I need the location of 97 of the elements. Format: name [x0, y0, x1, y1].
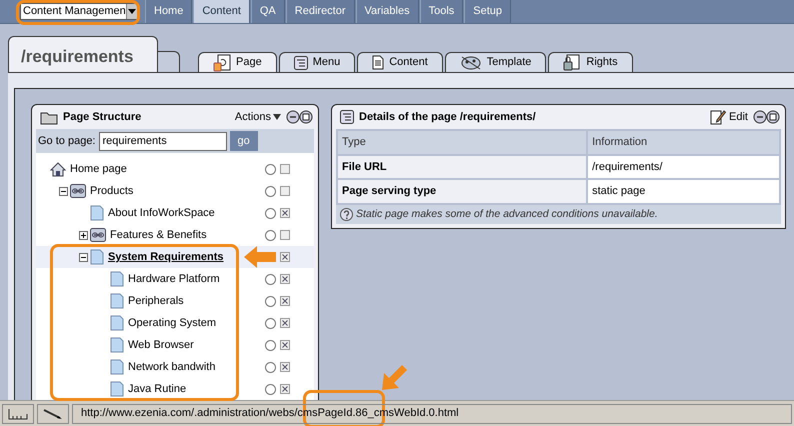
column-header: Information	[587, 130, 780, 154]
annotation-arrow-icon	[380, 364, 408, 392]
tree-item[interactable]: Operating System	[36, 312, 314, 334]
tree-item[interactable]: Features & Benefits	[36, 224, 314, 246]
radio-button[interactable]	[265, 164, 276, 174]
chain-link-icon	[90, 228, 106, 242]
cross-icon	[281, 319, 289, 327]
nav-tab[interactable]: Tools	[420, 0, 464, 23]
radio-button[interactable]	[265, 274, 276, 284]
checkbox[interactable]	[280, 296, 290, 306]
page-tab[interactable]: Menu	[278, 52, 356, 72]
panel-title: Details of the page /requirements/	[359, 110, 536, 125]
go-to-page-field[interactable]: requirements	[98, 132, 226, 150]
cross-icon	[281, 253, 289, 261]
tree-item[interactable]: Home page	[36, 158, 314, 180]
house-icon	[50, 162, 66, 176]
cross-icon	[281, 385, 289, 393]
nav-tab[interactable]: Redirector	[286, 0, 355, 23]
cross-icon	[281, 275, 289, 283]
tree-item[interactable]: Hardware Platform	[36, 268, 314, 290]
checkbox[interactable]	[280, 208, 290, 218]
panel-title: Page Structure	[63, 110, 142, 125]
page-tab[interactable]: Template	[444, 52, 546, 72]
expander-toggle[interactable]	[79, 230, 88, 240]
tree-item[interactable]: Products	[36, 180, 314, 202]
table-cell: Page serving type	[337, 179, 588, 204]
info-note: Static page makes some of the advanced conditions unavailable.	[356, 206, 658, 222]
checkbox[interactable]	[280, 186, 290, 196]
dropdown-caret-icon	[273, 114, 281, 120]
app-select[interactable]: Content Managemen	[20, 3, 138, 20]
chain-link-icon	[70, 184, 86, 198]
tree-item[interactable]: System Requirements	[36, 246, 314, 268]
pencil-note-icon	[710, 109, 726, 125]
page-title: /requirements	[8, 36, 158, 72]
checkbox[interactable]	[280, 164, 290, 174]
checkbox[interactable]	[280, 384, 290, 394]
page-icon	[110, 337, 124, 353]
page-tab[interactable]: Rights	[548, 52, 633, 72]
go-button[interactable]: go	[230, 131, 258, 151]
checkbox[interactable]	[280, 252, 290, 262]
list-icon	[340, 110, 354, 124]
page-tab[interactable]: Page	[198, 52, 277, 72]
actions-menu[interactable]: Actions	[234, 108, 281, 126]
radio-button[interactable]	[265, 384, 276, 394]
column-header: Type	[337, 130, 588, 154]
expander-toggle[interactable]	[79, 252, 88, 262]
tree-item[interactable]: Web Browser	[36, 334, 314, 356]
folder-icon	[40, 110, 58, 124]
table-cell: /requirements/	[587, 154, 780, 179]
table-cell: File URL	[337, 154, 588, 179]
cross-icon	[281, 341, 289, 349]
page-icon	[110, 315, 124, 331]
nav-tab[interactable]: QA	[250, 0, 285, 23]
nav-tab[interactable]: Home	[145, 0, 192, 23]
minimize-maximize-icon	[753, 110, 781, 124]
ruler-icon	[8, 408, 28, 420]
nav-tab[interactable]: Setup	[464, 0, 512, 23]
edit-link[interactable]: Edit	[710, 108, 748, 126]
cross-icon	[281, 363, 289, 371]
go-to-page-label: Go to page:	[38, 134, 96, 149]
nav-tab[interactable]: Variables	[356, 0, 419, 23]
radio-button[interactable]	[265, 230, 276, 240]
radio-button[interactable]	[265, 296, 276, 306]
radio-button[interactable]	[265, 362, 276, 372]
nav-tab[interactable]: Content	[193, 0, 250, 23]
page-icon	[90, 205, 104, 221]
pen-icon	[42, 408, 64, 420]
page-tab[interactable]: Content	[357, 52, 443, 72]
callout-arrow-icon	[244, 246, 276, 268]
tree-item[interactable]: About InfoWorkSpace	[36, 202, 314, 224]
checkbox[interactable]	[280, 340, 290, 350]
page-icon	[110, 381, 124, 397]
tree-item[interactable]: Network bandwith	[36, 356, 314, 378]
dropdown-caret-icon	[128, 9, 136, 14]
radio-button[interactable]	[265, 208, 276, 218]
cross-icon	[281, 297, 289, 305]
tree-item[interactable]: Java Rutine	[36, 378, 314, 400]
page-icon	[90, 249, 104, 265]
help-icon	[340, 208, 353, 221]
radio-button[interactable]	[265, 340, 276, 350]
radio-button[interactable]	[265, 318, 276, 328]
checkbox[interactable]	[280, 230, 290, 240]
page-icon	[110, 359, 124, 375]
checkbox[interactable]	[280, 318, 290, 328]
page-icon	[110, 271, 124, 287]
tree-item[interactable]: Peripherals	[36, 290, 314, 312]
document-icon	[372, 55, 384, 70]
list-icon	[294, 56, 308, 70]
table-cell: static page	[587, 179, 780, 204]
plus-icon	[80, 232, 87, 238]
cross-icon	[281, 209, 289, 217]
expander-toggle[interactable]	[59, 186, 68, 196]
minimize-maximize-icon	[286, 110, 314, 124]
radio-button[interactable]	[265, 186, 276, 196]
checkbox[interactable]	[280, 274, 290, 284]
checkbox[interactable]	[280, 362, 290, 372]
page-icon	[110, 293, 124, 309]
